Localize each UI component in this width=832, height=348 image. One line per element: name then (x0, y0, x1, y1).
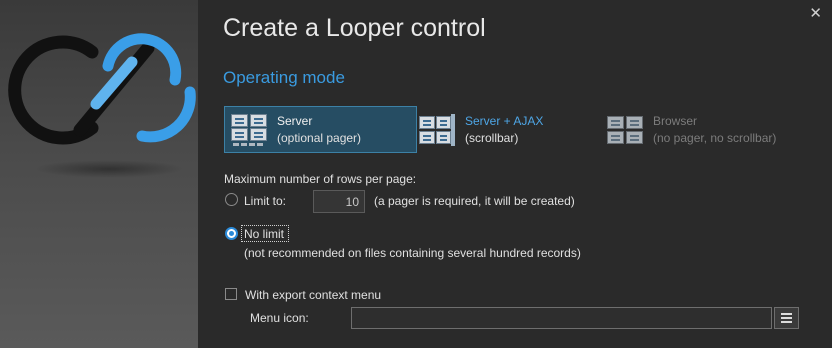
limit-label: Limit to: (244, 194, 287, 208)
mode-browser-sublabel: (no pager, no scrollbar) (653, 130, 777, 145)
no-limit-label: No limit (244, 227, 285, 241)
export-label: With export context menu (245, 288, 382, 302)
limit-input[interactable]: 10 (313, 190, 365, 213)
mode-server-sublabel: (optional pager) (277, 130, 362, 145)
limit-note: (a pager is required, it will be created… (374, 194, 575, 208)
mode-server-label: Server (277, 113, 313, 128)
no-limit-radio[interactable] (225, 227, 238, 240)
browse-menu-icon-button[interactable] (774, 307, 799, 329)
operating-mode-heading: Operating mode (223, 68, 345, 87)
no-limit-note: (not recommended on files containing sev… (244, 246, 581, 260)
limit-radio[interactable] (225, 193, 238, 206)
dialog-title: Create a Looper control (223, 14, 486, 42)
mode-server-option[interactable]: Server (optional pager) (224, 106, 417, 153)
menu-icon-label: Menu icon: (250, 311, 309, 325)
mode-ajax-label: Server + AJAX (465, 113, 544, 128)
grid-pager-icon (231, 113, 267, 146)
mode-ajax-sublabel: (scrollbar) (465, 130, 519, 145)
menu-icon-input[interactable] (351, 307, 772, 329)
mode-browser-label: Browser (653, 113, 698, 128)
close-icon[interactable]: ✕ (809, 4, 822, 22)
mode-browser-option[interactable]: Browser (no pager, no scrollbar) (601, 106, 801, 153)
grid-scrollbar-icon (419, 113, 455, 146)
grid-browser-icon (607, 114, 643, 146)
logo-shadow (34, 160, 184, 178)
mode-ajax-option[interactable]: Server + AJAX (scrollbar) (419, 106, 609, 153)
export-checkbox[interactable] (225, 288, 237, 300)
max-rows-heading: Maximum number of rows per page: (224, 172, 417, 186)
dialog-content: ✕ Create a Looper control Operating mode… (198, 0, 832, 348)
logo-panel (0, 0, 198, 348)
